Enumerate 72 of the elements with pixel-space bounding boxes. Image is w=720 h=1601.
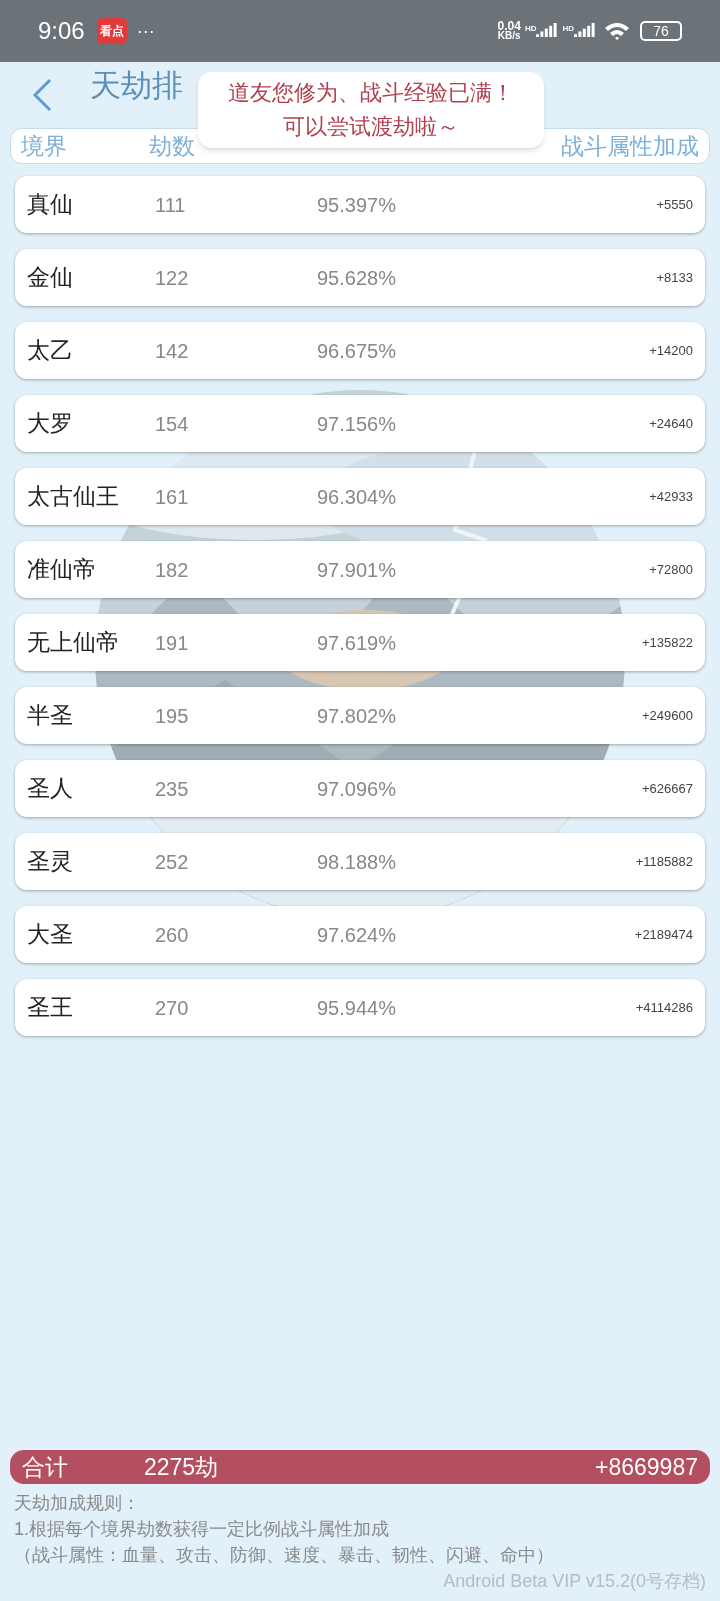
more-notifications: ··· xyxy=(136,19,155,43)
tribulation-count: 142 xyxy=(155,338,190,364)
bonus-value: +4114286 xyxy=(635,998,693,1017)
bonus-value: +14200 xyxy=(649,341,693,360)
tribulation-count: 191 xyxy=(155,630,190,656)
total-bonus: +8669987 xyxy=(595,1452,698,1482)
hd-label: HD xyxy=(524,23,537,35)
battery-indicator: 76 xyxy=(640,21,682,41)
tribulation-count: 195 xyxy=(155,703,190,729)
bonus-value: +8133 xyxy=(656,268,693,287)
surpass-percent: 96.304% xyxy=(317,484,396,510)
realm-name: 圣人 xyxy=(27,774,74,804)
bonus-value: +1185882 xyxy=(635,852,693,871)
hd-label: HD xyxy=(562,23,574,35)
realm-name: 无上仙帝 xyxy=(27,628,120,658)
page-title: 天劫排 xyxy=(90,66,183,105)
bonus-value: +24640 xyxy=(649,414,693,433)
bonus-value: +249600 xyxy=(642,706,693,725)
signal-icon xyxy=(574,23,596,39)
surpass-percent: 95.628% xyxy=(317,265,396,291)
column-header: 境界 xyxy=(21,131,68,161)
tribulation-count: 161 xyxy=(155,484,190,510)
net-speed-value: 0.04 xyxy=(497,21,521,31)
realm-name: 金仙 xyxy=(27,263,74,293)
toast-text: 可以尝试渡劫啦～ xyxy=(283,113,459,141)
tribulation-count: 252 xyxy=(155,849,190,875)
realm-name: 准仙帝 xyxy=(27,555,97,585)
total-count: 2275劫 xyxy=(144,1452,219,1482)
column-header: 劫数 xyxy=(149,131,196,161)
rule-text: （战斗属性：血量、攻击、防御、速度、暴击、韧性、闪避、命中） xyxy=(14,1544,555,1567)
realm-name: 太古仙王 xyxy=(27,482,120,512)
bonus-value: +135822 xyxy=(642,633,693,652)
rule-text: 天劫加成规则： xyxy=(14,1492,141,1515)
realm-name: 太乙 xyxy=(27,336,74,366)
bonus-value: +72800 xyxy=(649,560,693,579)
realm-name: 半圣 xyxy=(27,701,74,731)
surpass-percent: 97.901% xyxy=(317,557,396,583)
surpass-percent: 96.675% xyxy=(317,338,396,364)
clock-time: 9:06 xyxy=(38,16,85,46)
surpass-percent: 97.156% xyxy=(317,411,396,437)
surpass-percent: 97.096% xyxy=(317,776,396,802)
bonus-value: +5550 xyxy=(656,195,693,214)
tribulation-count: 122 xyxy=(155,265,190,291)
surpass-percent: 97.624% xyxy=(317,922,396,948)
toast-text: 道友您修为、战斗经验已满！ xyxy=(228,79,514,107)
net-speed-unit: KB/s xyxy=(497,31,521,41)
app-icon: 看点 xyxy=(96,18,127,44)
bonus-value: +626667 xyxy=(642,779,693,798)
tribulation-count: 270 xyxy=(155,995,190,1021)
realm-name: 真仙 xyxy=(27,190,74,220)
bonus-value: +42933 xyxy=(649,487,693,506)
tribulation-count: 235 xyxy=(155,776,190,802)
realm-name: 圣灵 xyxy=(27,847,74,877)
back-icon[interactable] xyxy=(30,77,54,113)
tribulation-count: 111 xyxy=(155,192,187,218)
column-header: 战斗属性加成 xyxy=(561,131,699,161)
tribulation-count: 154 xyxy=(155,411,190,437)
surpass-percent: 95.944% xyxy=(317,995,396,1021)
surpass-percent: 98.188% xyxy=(317,849,396,875)
rule-text: 1.根据每个境界劫数获得一定比例战斗属性加成 xyxy=(14,1518,390,1541)
wifi-icon xyxy=(604,21,630,41)
realm-name: 圣王 xyxy=(27,993,74,1023)
tribulation-count: 182 xyxy=(155,557,190,583)
bonus-value: +2189474 xyxy=(634,925,693,944)
tribulation-count: 260 xyxy=(155,922,190,948)
realm-name: 大罗 xyxy=(27,409,74,439)
surpass-percent: 97.802% xyxy=(317,703,396,729)
surpass-percent: 95.397% xyxy=(317,192,396,218)
signal-icon xyxy=(536,23,559,39)
surpass-percent: 97.619% xyxy=(317,630,396,656)
total-label: 合计 xyxy=(22,1452,69,1482)
realm-name: 大圣 xyxy=(27,920,74,950)
